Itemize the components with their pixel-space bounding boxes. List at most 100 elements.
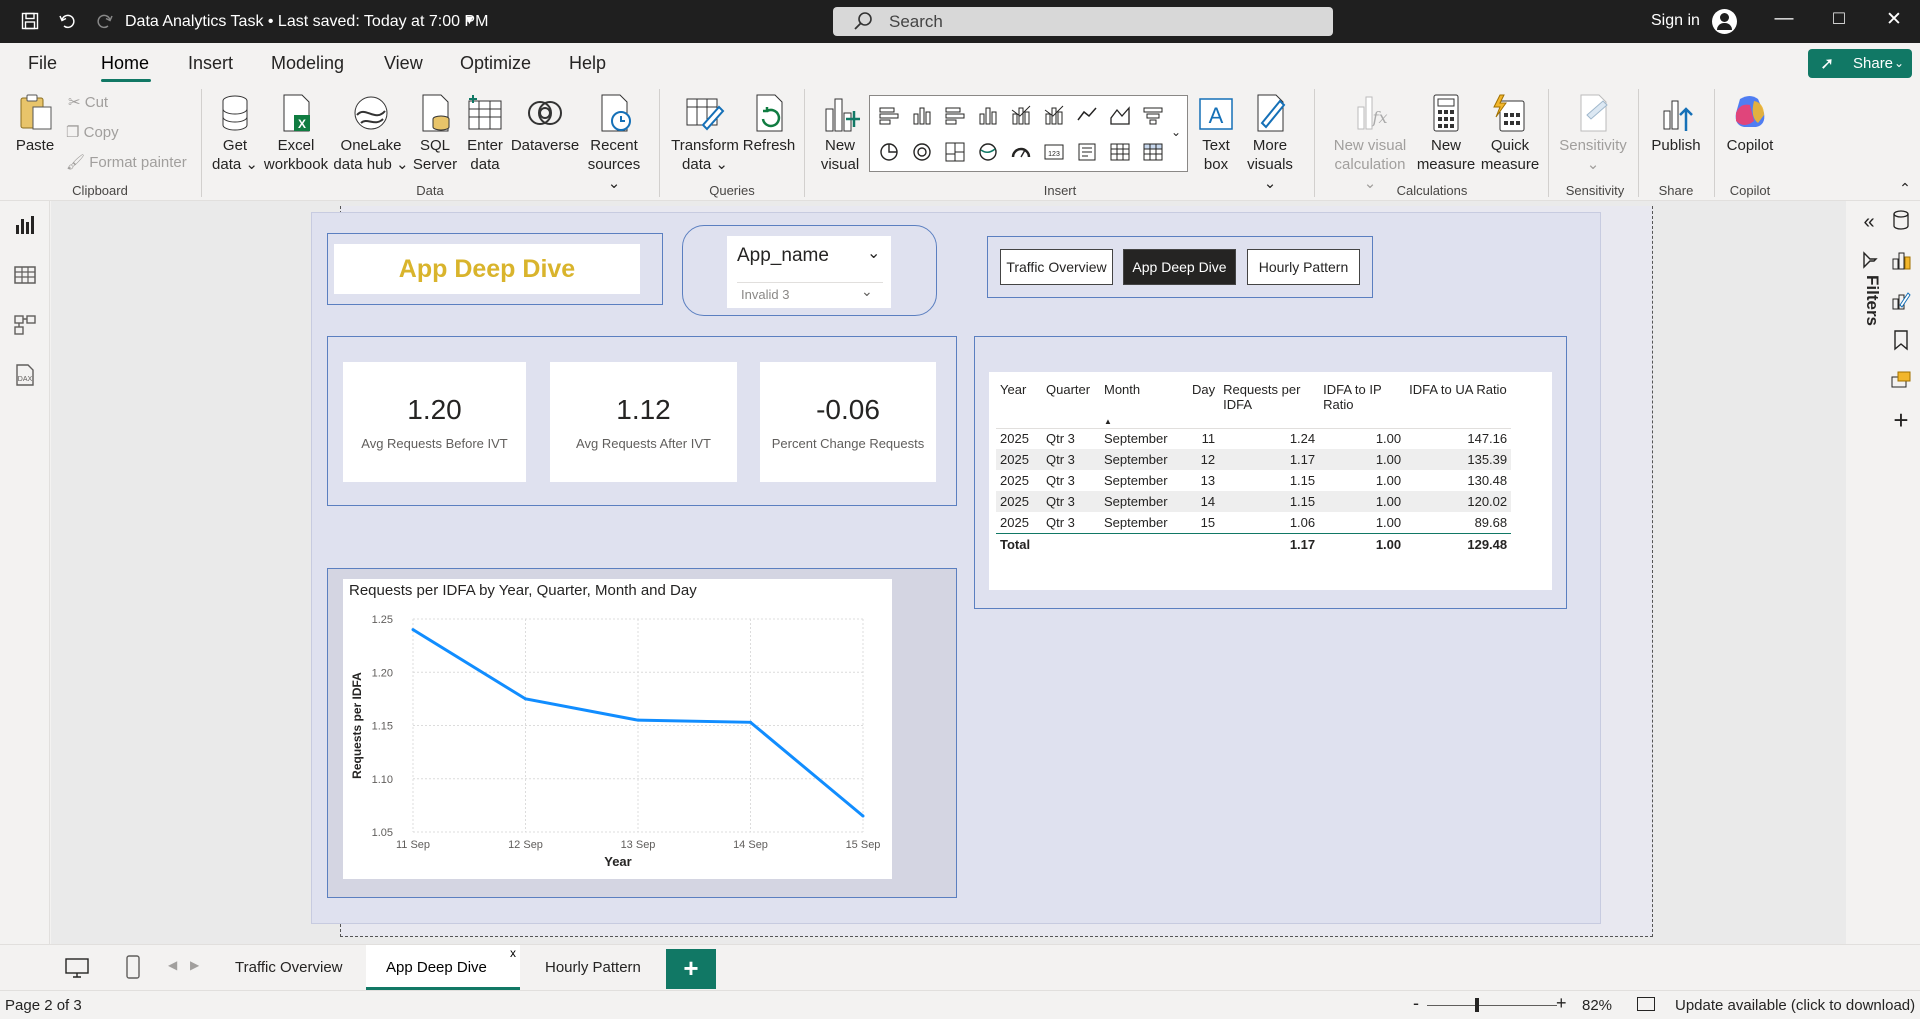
avatar-icon[interactable] <box>1712 9 1737 34</box>
copy-button[interactable]: ❐ Copy <box>66 123 119 141</box>
dax-query-view-icon[interactable]: DAX <box>13 363 37 387</box>
add-page-button[interactable]: + <box>666 949 716 989</box>
collapse-ribbon-chevron-icon[interactable]: ⌃ <box>1895 179 1915 198</box>
area-chart-icon[interactable] <box>1109 104 1131 126</box>
kpi-card-percent-change[interactable]: -0.06 Percent Change Requests <box>760 362 936 482</box>
recent-sources-button[interactable]: Recent sources ⌄ <box>582 93 646 193</box>
matrix-column-header[interactable]: IDFA to IP Ratio <box>1319 378 1406 429</box>
close-icon[interactable]: ✕ <box>1879 8 1909 34</box>
minimize-icon[interactable]: — <box>1769 8 1799 34</box>
kpi-card-avg-before[interactable]: 1.20 Avg Requests Before IVT <box>343 362 526 482</box>
stacked-column-icon[interactable] <box>911 104 933 126</box>
menu-help[interactable]: Help <box>569 53 606 74</box>
search-input[interactable]: Search <box>833 7 1333 36</box>
matrix-column-header[interactable]: Quarter <box>1042 378 1100 429</box>
more-visuals-button[interactable]: More visuals ⌄ <box>1240 93 1300 193</box>
line-chart-icon[interactable] <box>1076 104 1098 126</box>
donut-chart-icon[interactable] <box>911 141 933 163</box>
close-tab-icon[interactable]: x <box>510 931 516 976</box>
nav-button-app-deep-dive[interactable]: App Deep Dive <box>1123 249 1236 285</box>
quick-measure-button[interactable]: Quick measure <box>1478 93 1542 174</box>
sql-server-button[interactable]: SQL Server <box>412 93 458 174</box>
data-pane-icon[interactable] <box>1890 209 1912 231</box>
add-pane-plus-icon[interactable]: + <box>1890 407 1912 433</box>
model-view-icon[interactable] <box>13 313 37 337</box>
tab-scroll-left-icon[interactable]: ◀ <box>168 958 177 972</box>
format-visual-icon[interactable] <box>1890 289 1912 311</box>
new-measure-button[interactable]: New measure <box>1414 93 1478 174</box>
tab-hourly-pattern[interactable]: Hourly Pattern <box>525 945 661 990</box>
kpi-card-avg-after[interactable]: 1.12 Avg Requests After IVT <box>550 362 737 482</box>
zoom-in-icon[interactable]: + <box>1556 993 1567 1014</box>
sign-in-link[interactable]: Sign in <box>1651 12 1700 30</box>
dataverse-button[interactable]: Dataverse <box>510 93 580 155</box>
chevron-down-icon[interactable]: ⌄ <box>867 243 880 263</box>
treemap-icon[interactable] <box>944 141 966 163</box>
clustered-column-icon[interactable] <box>977 104 999 126</box>
undo-icon[interactable] <box>56 10 78 32</box>
mobile-layout-icon[interactable] <box>125 955 141 982</box>
map-icon[interactable] <box>977 141 999 163</box>
table-row[interactable]: 2025 Qtr 3 September 13 1.15 1.00 130.48 <box>996 470 1512 491</box>
menu-optimize[interactable]: Optimize <box>460 53 531 74</box>
enter-data-button[interactable]: Enter data <box>462 93 508 174</box>
refresh-button[interactable]: Refresh <box>742 93 796 155</box>
tab-scroll-right-icon[interactable]: ▶ <box>190 958 199 972</box>
table-row[interactable]: 2025 Qtr 3 September 14 1.15 1.00 120.02 <box>996 491 1512 512</box>
table-view-icon[interactable] <box>13 263 37 287</box>
filter-funnel-icon[interactable] <box>1858 249 1880 271</box>
menu-insert[interactable]: Insert <box>188 53 233 74</box>
matrix-visual[interactable]: Year Quarter Month ▲ Day Requests per IDFA IDF… <box>989 372 1552 590</box>
visual-gallery[interactable]: 123 <box>869 95 1188 172</box>
selection-pane-icon[interactable] <box>1890 369 1912 391</box>
line-column-alt-icon[interactable] <box>1043 104 1065 126</box>
update-available-link[interactable]: Update available (click to download) <box>1675 997 1915 1014</box>
cut-button[interactable]: ✂ Cut <box>68 93 108 111</box>
table-row[interactable]: 2025 Qtr 3 September 11 1.24 1.00 147.16 <box>996 428 1512 449</box>
tab-app-deep-dive[interactable]: App Deep Dive x <box>366 945 520 990</box>
gauge-icon[interactable] <box>1010 141 1032 163</box>
stacked-bar-icon[interactable] <box>878 104 900 126</box>
matrix-column-header[interactable]: Requests per IDFA <box>1219 378 1320 429</box>
nav-button-traffic-overview[interactable]: Traffic Overview <box>1000 249 1113 285</box>
multi-row-card-icon[interactable] <box>1076 141 1098 163</box>
nav-button-hourly-pattern[interactable]: Hourly Pattern <box>1247 249 1360 285</box>
transform-data-button[interactable]: Transform data ⌄ <box>668 93 742 174</box>
report-view-icon[interactable] <box>13 213 37 237</box>
card-icon[interactable]: 123 <box>1043 141 1065 163</box>
matrix-column-header[interactable]: Year <box>996 378 1042 429</box>
text-box-button[interactable]: A Text box <box>1194 93 1238 174</box>
table-visual-icon[interactable] <box>1109 141 1131 163</box>
line-column-icon[interactable] <box>1010 104 1032 126</box>
matrix-visual-icon[interactable] <box>1142 141 1164 163</box>
copilot-button[interactable]: Copilot <box>1722 93 1778 155</box>
table-row[interactable]: 2025 Qtr 3 September 12 1.17 1.00 135.39 <box>996 449 1512 470</box>
matrix-column-header[interactable]: Month ▲ <box>1100 378 1188 429</box>
zoom-slider-thumb[interactable] <box>1475 998 1479 1012</box>
zoom-slider-track[interactable] <box>1427 1005 1557 1006</box>
bookmark-icon[interactable] <box>1890 329 1912 351</box>
sort-ascending-icon[interactable]: ▲ <box>1104 417 1112 426</box>
onelake-button[interactable]: OneLake data hub ⌄ <box>332 93 410 174</box>
new-visual-calculation-button[interactable]: fx New visual calculation ⌄ <box>1330 93 1410 193</box>
fit-to-page-icon[interactable] <box>1637 997 1655 1011</box>
redo-icon[interactable] <box>94 10 116 32</box>
chevron-down-icon[interactable]: ▼ <box>463 12 476 27</box>
collapse-filters-chevron-icon[interactable]: « <box>1858 211 1880 233</box>
document-title[interactable]: Data Analytics Task • Last saved: Today … <box>125 13 488 31</box>
maximize-icon[interactable]: □ <box>1824 8 1854 34</box>
matrix-column-header[interactable]: IDFA to UA Ratio <box>1405 378 1512 429</box>
tab-traffic-overview[interactable]: Traffic Overview <box>215 945 363 990</box>
filters-pane-label[interactable]: Filters <box>1856 275 1882 345</box>
zoom-out-icon[interactable]: - <box>1413 993 1419 1014</box>
build-visual-icon[interactable] <box>1890 249 1912 271</box>
menu-file[interactable]: File <box>28 53 57 74</box>
desktop-layout-icon[interactable] <box>64 957 90 982</box>
matrix-column-header[interactable]: Day <box>1188 378 1220 429</box>
save-icon[interactable] <box>19 10 41 32</box>
menu-view[interactable]: View <box>384 53 423 74</box>
menu-modeling[interactable]: Modeling <box>271 53 344 74</box>
sensitivity-button[interactable]: Sensitivity ⌄ <box>1556 93 1630 174</box>
clustered-bar-icon[interactable] <box>944 104 966 126</box>
pie-chart-icon[interactable] <box>878 141 900 163</box>
